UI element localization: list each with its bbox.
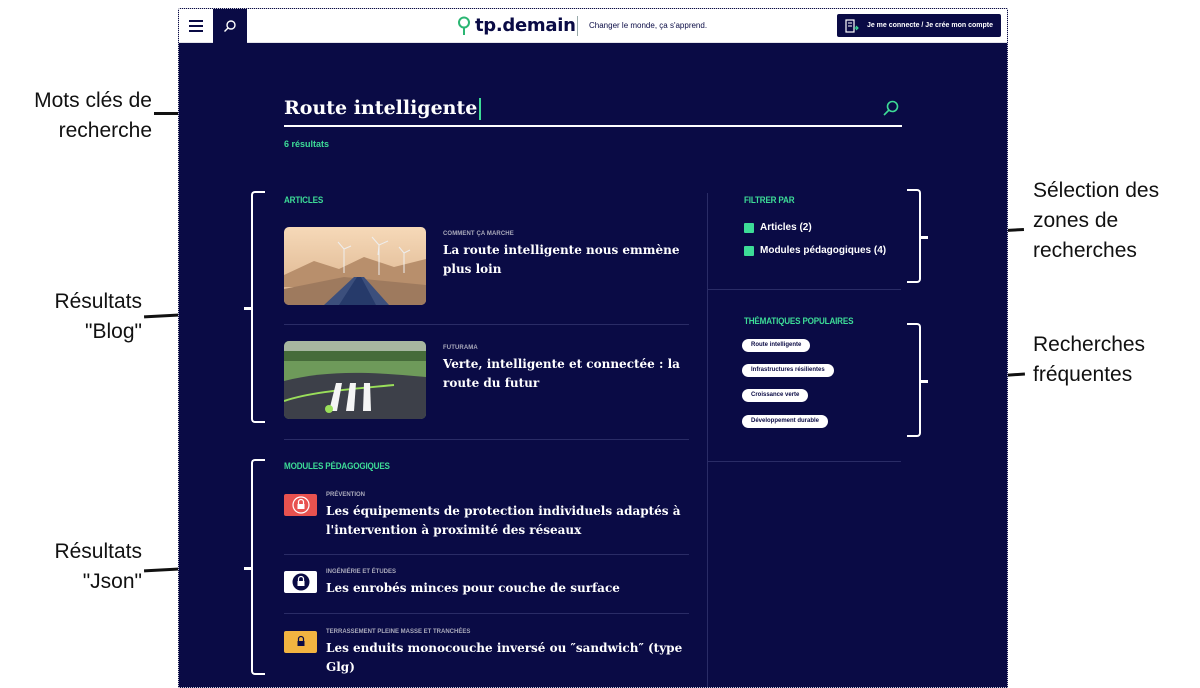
annotation-blog: Résultats "Blog" — [54, 290, 142, 343]
module-icon — [284, 571, 317, 593]
list-item[interactable]: INGÉNIÉRIE ET ÉTUDES Les enrobés minces … — [284, 569, 691, 603]
annotation-json: Résultats "Json" — [54, 540, 142, 593]
filter-modules-checkbox[interactable]: Modules pédagogiques (4) — [744, 245, 886, 256]
article-thumbnail — [284, 227, 426, 305]
article-title[interactable]: La route intelligente nous emmène plus l… — [443, 241, 688, 279]
login-button[interactable]: Je me connecte / Je crée mon compte — [836, 14, 1001, 37]
lock-icon — [297, 635, 304, 646]
module-icon — [284, 631, 317, 653]
text-caret — [479, 98, 482, 120]
search-input[interactable]: Route intelligente — [284, 97, 482, 120]
popular-tag[interactable]: Croissance verte — [742, 389, 809, 402]
module-title[interactable]: Les enduits monocouche inversé ou ″sandw… — [326, 639, 691, 677]
top-bar: tp.demain Changer le monde, ça s'apprend… — [179, 9, 1007, 43]
article-category: COMMENT ÇA MARCHE — [443, 231, 514, 237]
brace-json — [244, 459, 265, 675]
filter-label: Modules pédagogiques (4) — [760, 245, 887, 256]
search-icon — [224, 20, 236, 32]
module-category: TERRASSEMENT PLEINE MASSE ET TRANCHÉES — [326, 629, 471, 635]
lock-icon — [291, 496, 310, 514]
search-submit-icon[interactable] — [882, 99, 900, 117]
hamburger-menu-icon[interactable] — [179, 9, 213, 43]
divider — [707, 461, 901, 462]
popular-tag[interactable]: Infrastructures résilientes — [742, 364, 834, 377]
column-divider — [707, 193, 708, 687]
site-logo[interactable]: tp.demain — [457, 15, 576, 36]
article-thumbnail — [284, 341, 426, 419]
popular-heading: THÉMATIQUES POPULAIRES — [744, 316, 854, 326]
login-label: Je me connecte / Je crée mon compte — [866, 22, 993, 29]
login-icon — [845, 18, 859, 33]
divider — [284, 439, 689, 440]
list-item[interactable]: PRÉVENTION Les équipements de protection… — [284, 492, 691, 544]
list-item[interactable]: COMMENT ÇA MARCHE La route intelligente … — [284, 227, 689, 307]
module-title[interactable]: Les enrobés minces pour couche de surfac… — [326, 579, 691, 598]
checkbox-checked[interactable] — [744, 222, 754, 233]
site-frame: tp.demain Changer le monde, ça s'apprend… — [178, 8, 1008, 688]
brace-frequent — [907, 323, 928, 437]
article-category: FUTURAMA — [443, 345, 478, 351]
logo-text: tp.demain — [475, 15, 576, 36]
module-category: INGÉNIÉRIE ET ÉTUDES — [326, 569, 397, 575]
popular-tag[interactable]: Route intelligente — [742, 339, 811, 352]
annotation-frequent: Recherches fréquentes — [1033, 333, 1146, 386]
brace-zones — [907, 189, 928, 283]
divider — [284, 324, 689, 325]
modules-heading: MODULES PÉDAGOGIQUES — [284, 461, 390, 471]
annotation-keywords: Mots clés de recherche — [34, 89, 152, 142]
module-icon — [284, 494, 317, 516]
filter-heading: FILTRER PAR — [744, 195, 795, 205]
popular-tag[interactable]: Développement durable — [742, 415, 829, 428]
divider — [284, 554, 689, 555]
divider — [284, 613, 689, 614]
search-field[interactable]: Route intelligente — [284, 91, 902, 127]
module-category: PRÉVENTION — [326, 492, 366, 498]
articles-heading: ARTICLES — [284, 195, 324, 205]
search-toggle-button[interactable] — [213, 9, 247, 43]
lock-icon — [292, 573, 309, 591]
tagline: Changer le monde, ça s'apprend. — [577, 16, 707, 36]
annotation-zones: Sélection des zones de recherches — [1033, 179, 1160, 262]
article-title[interactable]: Verte, intelligente et connectée : la ro… — [443, 355, 688, 393]
brace-blog — [244, 191, 265, 423]
module-title[interactable]: Les équipements de protection individuel… — [326, 502, 691, 540]
list-item[interactable]: FUTURAMA Verte, intelligente et connecté… — [284, 341, 689, 421]
filter-articles-checkbox[interactable]: Articles (2) — [744, 222, 812, 233]
list-item[interactable]: TERRASSEMENT PLEINE MASSE ET TRANCHÉES L… — [284, 629, 691, 681]
tree-logo-icon — [458, 16, 470, 35]
checkbox-checked[interactable] — [744, 245, 754, 256]
results-count: 6 résultats — [284, 139, 330, 149]
filter-label: Articles (2) — [760, 222, 812, 233]
divider — [707, 289, 901, 290]
